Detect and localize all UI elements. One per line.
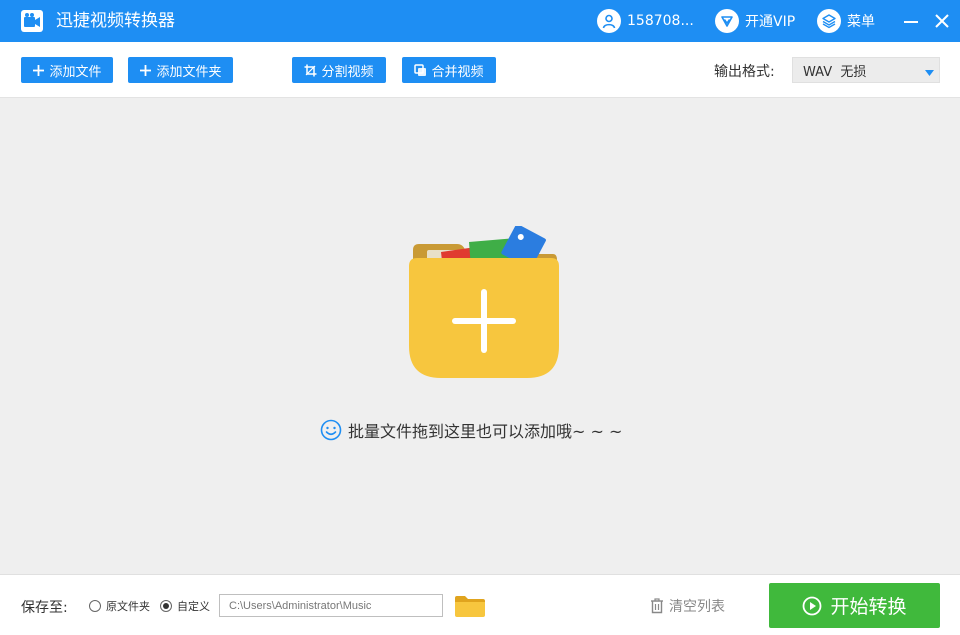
- add-folder-label: 添加文件夹: [156, 64, 222, 80]
- smile-icon: [320, 419, 342, 441]
- radio-custom-folder[interactable]: 自定义: [160, 598, 210, 614]
- minimize-button[interactable]: [900, 10, 922, 32]
- output-format-label: 输出格式:: [714, 64, 775, 80]
- clear-list-button[interactable]: 清空列表: [650, 596, 725, 616]
- radio-unchecked-icon: [89, 600, 101, 612]
- open-vip-button[interactable]: 开通VIP: [715, 8, 795, 34]
- add-folder-icon[interactable]: [407, 226, 561, 380]
- output-format-select[interactable]: WAV 无损: [792, 57, 940, 83]
- radio-original-label: 原文件夹: [106, 600, 150, 613]
- start-convert-button[interactable]: 开始转换: [769, 583, 940, 628]
- close-icon: [935, 14, 949, 28]
- layers-icon: [817, 9, 841, 33]
- user-icon: [597, 9, 621, 33]
- radio-checked-icon: [160, 600, 172, 612]
- crop-icon: [304, 64, 317, 77]
- close-button[interactable]: [931, 10, 953, 32]
- user-account-label: 158708...: [627, 13, 694, 29]
- split-video-button[interactable]: 分割视频: [292, 57, 386, 83]
- save-to-label: 保存至:: [21, 600, 68, 616]
- drop-hint-text: 批量文件拖到这里也可以添加哦~ ~ ~: [348, 422, 623, 441]
- radio-original-folder[interactable]: 原文件夹: [89, 598, 150, 614]
- title-bar: 迅捷视频转换器 158708... 开通VIP 菜单: [0, 0, 960, 42]
- plus-icon: [139, 64, 152, 77]
- dropdown-arrow-icon: [925, 66, 934, 81]
- vip-icon: [715, 9, 739, 33]
- bottom-bar: 保存至: 原文件夹 自定义 清空列表 开始转换: [0, 574, 960, 635]
- merge-video-button[interactable]: 合并视频: [402, 57, 496, 83]
- trash-icon: [650, 598, 664, 614]
- output-path-input[interactable]: [219, 594, 443, 617]
- start-convert-label: 开始转换: [830, 596, 907, 618]
- minimize-icon: [904, 21, 918, 23]
- add-file-label: 添加文件: [49, 64, 102, 80]
- merge-video-label: 合并视频: [431, 64, 484, 80]
- play-circle-icon: [802, 596, 822, 616]
- split-video-label: 分割视频: [321, 64, 374, 80]
- radio-custom-label: 自定义: [177, 600, 210, 613]
- user-account-button[interactable]: 158708...: [597, 8, 694, 34]
- open-vip-label: 开通VIP: [745, 14, 796, 30]
- toolbar: 添加文件 添加文件夹 分割视频 合并视频 输出格式: WAV 无损: [0, 42, 960, 98]
- app-title: 迅捷视频转换器: [56, 11, 175, 31]
- menu-button[interactable]: 菜单: [817, 8, 875, 34]
- output-format-value: WAV 无损: [803, 64, 867, 80]
- clear-list-label: 清空列表: [669, 599, 725, 615]
- add-file-button[interactable]: 添加文件: [21, 57, 113, 83]
- plus-icon: [32, 64, 45, 77]
- menu-label: 菜单: [847, 14, 875, 30]
- app-logo-icon: [21, 10, 43, 32]
- drop-hint: 批量文件拖到这里也可以添加哦~ ~ ~: [320, 418, 622, 442]
- browse-folder-icon[interactable]: [454, 594, 486, 618]
- add-folder-button[interactable]: 添加文件夹: [128, 57, 233, 83]
- merge-icon: [414, 63, 427, 77]
